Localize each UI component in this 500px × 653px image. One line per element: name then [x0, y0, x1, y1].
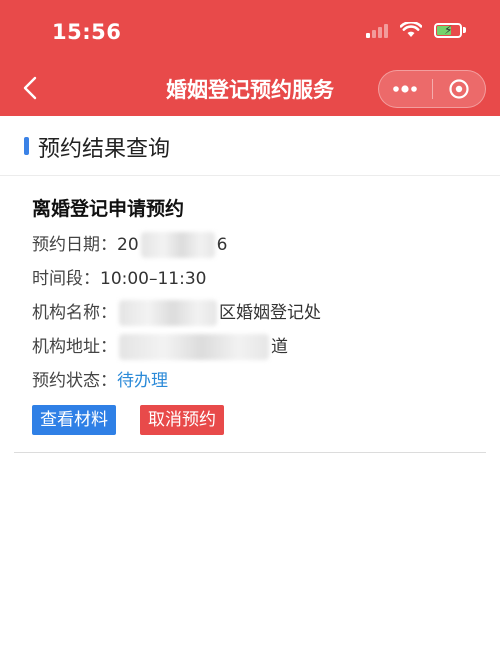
more-button[interactable] [379, 71, 432, 107]
battery-icon: ⚡ [434, 22, 466, 38]
org-address-label: 机构地址： [32, 337, 117, 357]
top-bar: 15:56 ⚡ 婚姻登记预约服务 [0, 0, 500, 116]
status-value: 待办理 [117, 371, 168, 391]
close-mini-program-button[interactable] [433, 71, 486, 107]
redacted-blur [140, 232, 215, 258]
time-slot-label: 时间段： [32, 269, 100, 289]
status-label: 预约状态： [32, 371, 117, 391]
redacted-blur [119, 334, 269, 360]
org-address-value: 道 [271, 337, 288, 357]
status-icons: ⚡ [366, 22, 466, 38]
section-header: 预约结果查询 [0, 116, 500, 176]
section-accent-bar [24, 137, 29, 155]
more-dots-icon [393, 85, 418, 93]
signal-icon [366, 22, 388, 38]
org-name-value: 区婚姻登记处 [219, 303, 321, 323]
mini-program-capsule [378, 70, 486, 108]
date-value-suffix: 6 [216, 235, 228, 255]
date-label: 预约日期： [32, 235, 117, 255]
org-address-row: 机构地址： 道 [32, 332, 288, 360]
section-title: 预约结果查询 [38, 137, 171, 162]
redacted-blur [119, 300, 217, 326]
date-value-prefix: 20 [117, 235, 139, 255]
org-name-label: 机构名称： [32, 303, 117, 323]
status-time: 15:56 [52, 20, 122, 44]
cancel-appointment-button[interactable]: 取消预约 [140, 405, 224, 435]
target-close-icon [449, 79, 469, 99]
time-slot-row: 时间段：10:00–11:30 [32, 264, 206, 289]
appointment-card: 离婚登记申请预约 预约日期：20 6 时间段：10:00–11:30 机构名称： 区… [14, 176, 486, 453]
wifi-icon [400, 22, 422, 37]
appointment-date-row: 预约日期：20 6 [32, 230, 227, 258]
view-materials-button[interactable]: 查看材料 [32, 405, 116, 435]
org-name-row: 机构名称： 区婚姻登记处 [32, 298, 321, 326]
appointment-type: 离婚登记申请预约 [32, 198, 185, 220]
time-slot-value: 10:00–11:30 [100, 269, 207, 289]
status-row: 预约状态：待办理 [32, 366, 168, 391]
